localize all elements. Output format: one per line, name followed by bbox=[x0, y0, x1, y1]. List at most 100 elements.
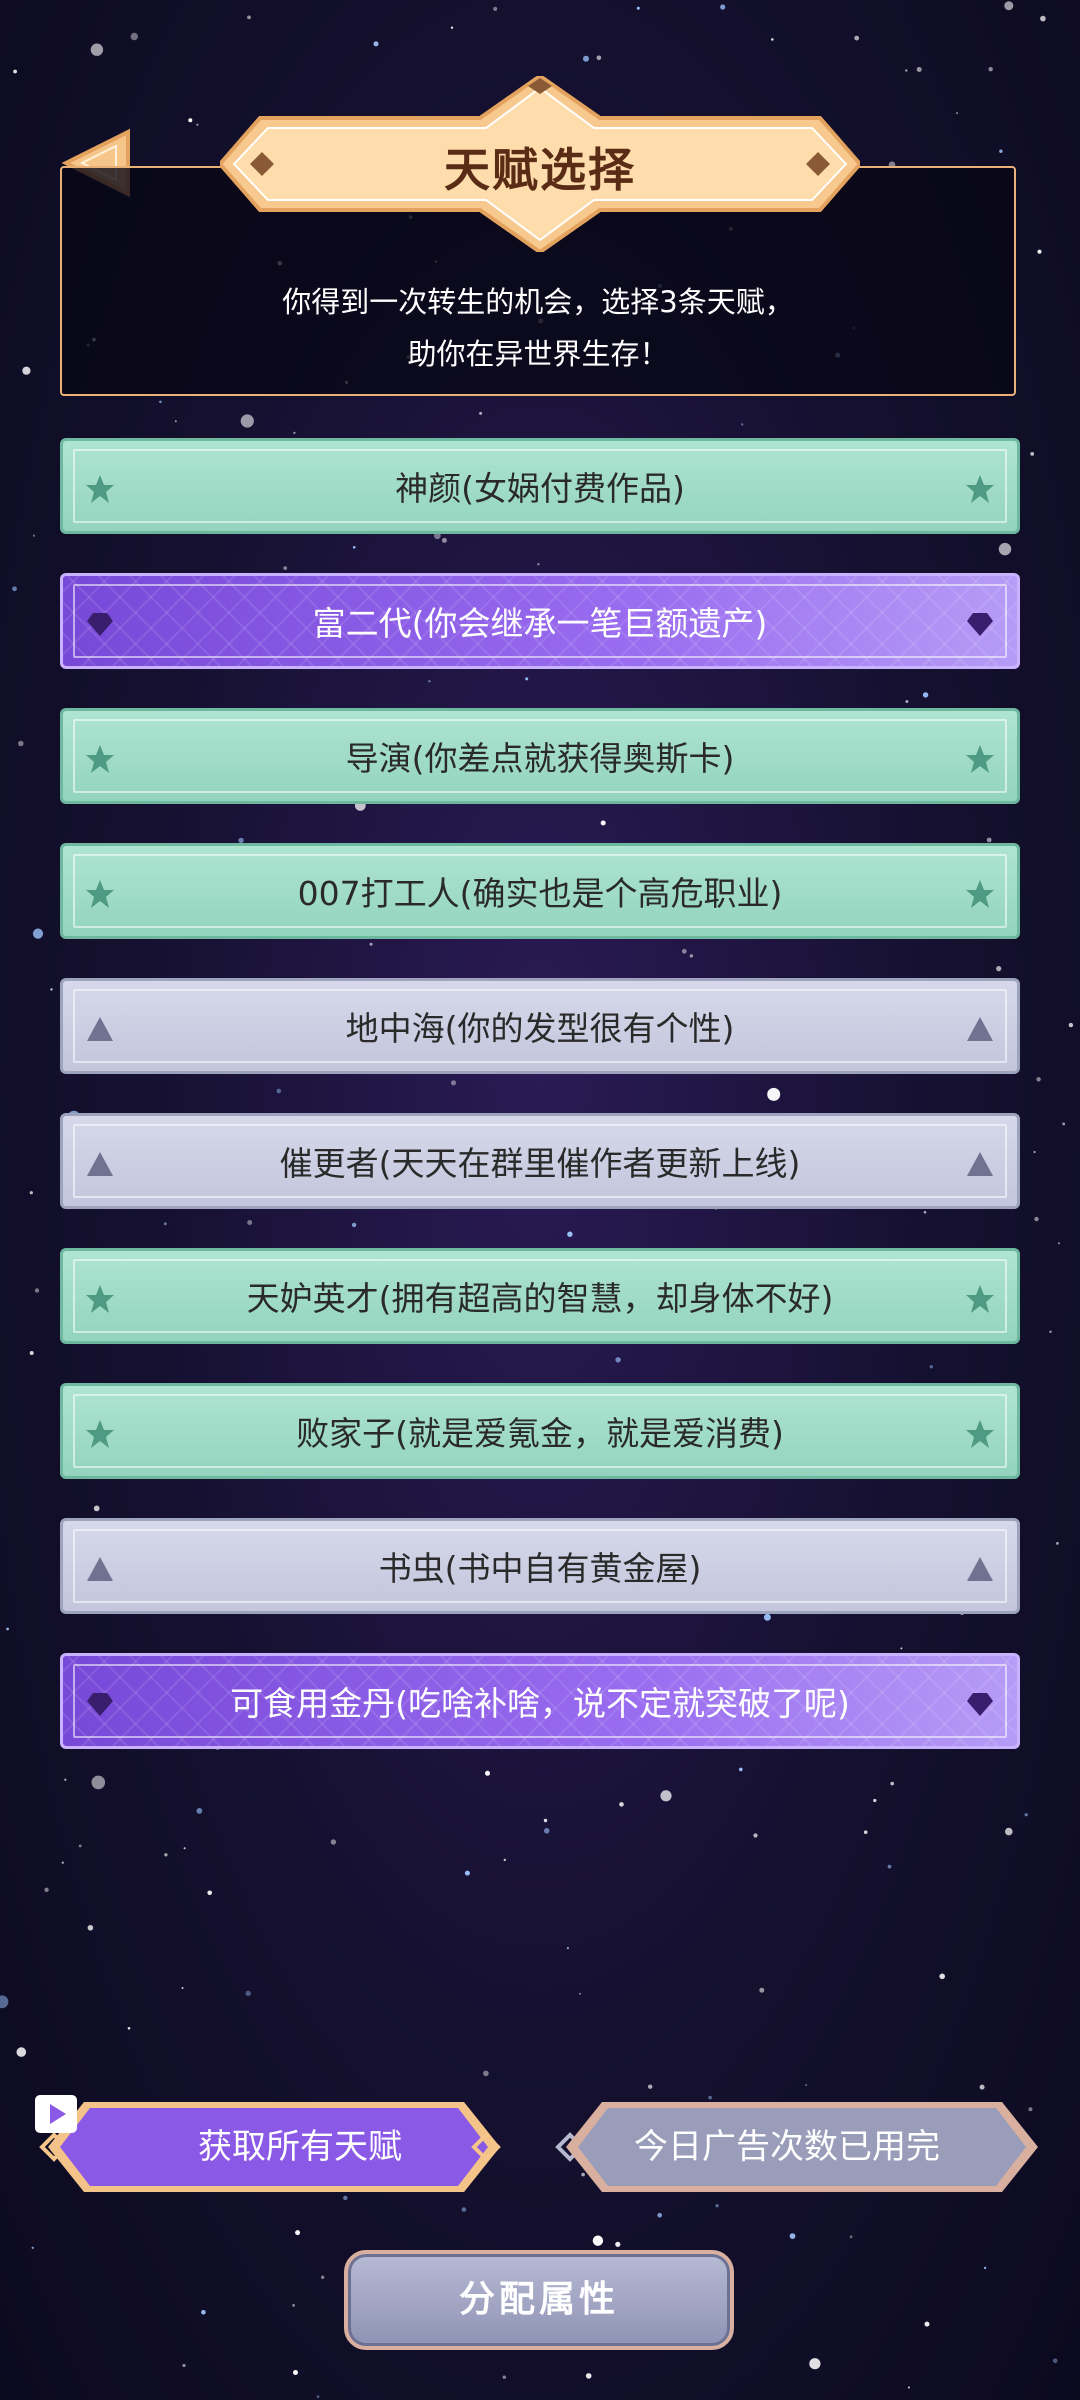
talent-label: 可食用金丹(吃啥补啥，说不定就突破了呢) bbox=[230, 1684, 850, 1723]
star-dot bbox=[441, 537, 447, 543]
star-dot bbox=[450, 26, 454, 29]
star-dot bbox=[1056, 1542, 1059, 1545]
ads-used-up-label: 今日广告次数已用完 bbox=[634, 2127, 940, 2167]
star-dot bbox=[283, 566, 288, 570]
star-dot bbox=[863, 1830, 868, 1834]
intro-line-1: 你得到一次转生的机会，选择3条天赋， bbox=[282, 285, 794, 319]
star-dot bbox=[739, 1767, 743, 1772]
talent-option[interactable]: 催更者(天天在群里催作者更新上线) bbox=[60, 1113, 1020, 1209]
star-dot bbox=[464, 1870, 470, 1876]
star-dot bbox=[12, 586, 17, 592]
star-dot bbox=[78, 1844, 82, 1848]
star-dot bbox=[873, 1798, 877, 1803]
intro-line-2: 助你在异世界生存！ bbox=[407, 337, 669, 371]
star-dot bbox=[789, 2233, 796, 2240]
star-dot bbox=[245, 1990, 251, 1997]
star-dot bbox=[1036, 1077, 1041, 1082]
star-dot bbox=[753, 1833, 758, 1838]
star-dot bbox=[849, 2235, 853, 2239]
star-dot bbox=[91, 1775, 106, 1790]
star-dot bbox=[741, 423, 744, 426]
star-dot bbox=[330, 1839, 337, 1845]
star-dot bbox=[502, 2375, 506, 2379]
star-dot bbox=[50, 988, 53, 991]
talent-option[interactable]: 天妒英才(拥有超高的智慧，却身体不好) bbox=[60, 1248, 1020, 1344]
star-dot bbox=[648, 2084, 653, 2089]
talent-option[interactable]: 富二代(你会继承一笔巨额遗产) bbox=[60, 573, 1020, 669]
allocate-attributes-button[interactable]: 分配属性 bbox=[344, 2250, 734, 2350]
star-dot bbox=[196, 1808, 203, 1814]
star-dot bbox=[715, 2204, 719, 2208]
star-dot bbox=[295, 2230, 301, 2236]
star-dot bbox=[922, 692, 929, 698]
star-dot bbox=[1057, 1242, 1061, 1245]
talent-label: 导演(你差点就获得奥斯卡) bbox=[345, 739, 735, 778]
star-dot bbox=[90, 43, 104, 56]
star-dot bbox=[567, 1231, 573, 1237]
star-dot bbox=[276, 1088, 282, 1094]
star-dot bbox=[32, 534, 36, 537]
star-dot bbox=[583, 55, 589, 62]
star-dot bbox=[321, 2275, 325, 2279]
star-dot bbox=[771, 38, 774, 41]
star-dot bbox=[1068, 1022, 1074, 1028]
star-dot bbox=[1040, 15, 1046, 22]
star-dot bbox=[485, 1770, 490, 1776]
star-dot bbox=[34, 1288, 40, 1293]
star-dot bbox=[905, 700, 909, 703]
talent-label: 007打工人(确实也是个高危职业) bbox=[297, 874, 783, 913]
star-dot bbox=[1062, 1122, 1066, 1126]
star-dot bbox=[64, 1778, 67, 1781]
star-dot bbox=[293, 431, 296, 434]
star-dot bbox=[579, 1992, 582, 1995]
star-dot bbox=[592, 2235, 604, 2246]
star-dot bbox=[1004, 1, 1014, 11]
star-dot bbox=[525, 677, 529, 681]
allocate-attributes-label: 分配属性 bbox=[458, 2279, 619, 2320]
star-dot bbox=[207, 1890, 212, 1896]
talent-option[interactable]: 007打工人(确实也是个高危职业) bbox=[60, 843, 1020, 939]
star-dot bbox=[29, 1191, 33, 1195]
star-dot bbox=[181, 1987, 184, 1989]
star-dot bbox=[493, 6, 498, 11]
star-dot bbox=[183, 1847, 186, 1850]
talent-option[interactable]: 败家子(就是爱氪金，就是爱消费) bbox=[60, 1383, 1020, 1479]
star-dot bbox=[1024, 1813, 1028, 1817]
get-all-talents-button[interactable]: 获取所有天赋 bbox=[34, 2094, 504, 2200]
star-dot bbox=[316, 2395, 320, 2399]
talent-label: 地中海(你的发型很有个性) bbox=[345, 1009, 735, 1048]
star-dot bbox=[809, 2358, 821, 2370]
star-dot bbox=[998, 542, 1012, 556]
star-dot bbox=[979, 2084, 985, 2090]
star-dot bbox=[805, 2084, 808, 2087]
star-dot bbox=[352, 546, 356, 549]
talent-option[interactable]: 地中海(你的发型很有个性) bbox=[60, 978, 1020, 1074]
star-dot bbox=[201, 2310, 206, 2315]
star-dot bbox=[596, 55, 602, 61]
star-dot bbox=[600, 820, 606, 826]
star-dot bbox=[1030, 452, 1035, 456]
star-dot bbox=[907, 2386, 910, 2389]
star-dot bbox=[636, 6, 640, 10]
get-all-talents-label: 获取所有天赋 bbox=[198, 2127, 402, 2167]
star-dot bbox=[767, 1087, 781, 1101]
star-dot bbox=[483, 2070, 489, 2077]
star-dot bbox=[681, 948, 687, 954]
talent-option[interactable]: 导演(你差点就获得奥斯卡) bbox=[60, 708, 1020, 804]
star-dot bbox=[130, 32, 138, 41]
star-dot bbox=[6, 1627, 9, 1631]
star-dot bbox=[16, 2047, 27, 2057]
star-dot bbox=[44, 1887, 49, 1893]
talent-option[interactable]: 书虫(书中自有黄金屋) bbox=[60, 1518, 1020, 1614]
star-dot bbox=[1033, 1150, 1036, 1154]
ads-used-up-button[interactable]: 今日广告次数已用完 bbox=[552, 2094, 1038, 2200]
talent-option[interactable]: 可食用金丹(吃啥补啥，说不定就突破了呢) bbox=[60, 1653, 1020, 1749]
star-dot bbox=[996, 966, 1002, 972]
star-dot bbox=[61, 1861, 64, 1864]
talent-label: 书虫(书中自有黄金屋) bbox=[378, 1549, 702, 1588]
star-dot bbox=[247, 15, 251, 20]
star-dot bbox=[916, 67, 922, 72]
talent-label: 富二代(你会继承一笔巨额遗产) bbox=[312, 604, 768, 643]
talent-option[interactable]: 神颜(女娲付费作品) bbox=[60, 438, 1020, 534]
star-dot bbox=[292, 2304, 295, 2307]
